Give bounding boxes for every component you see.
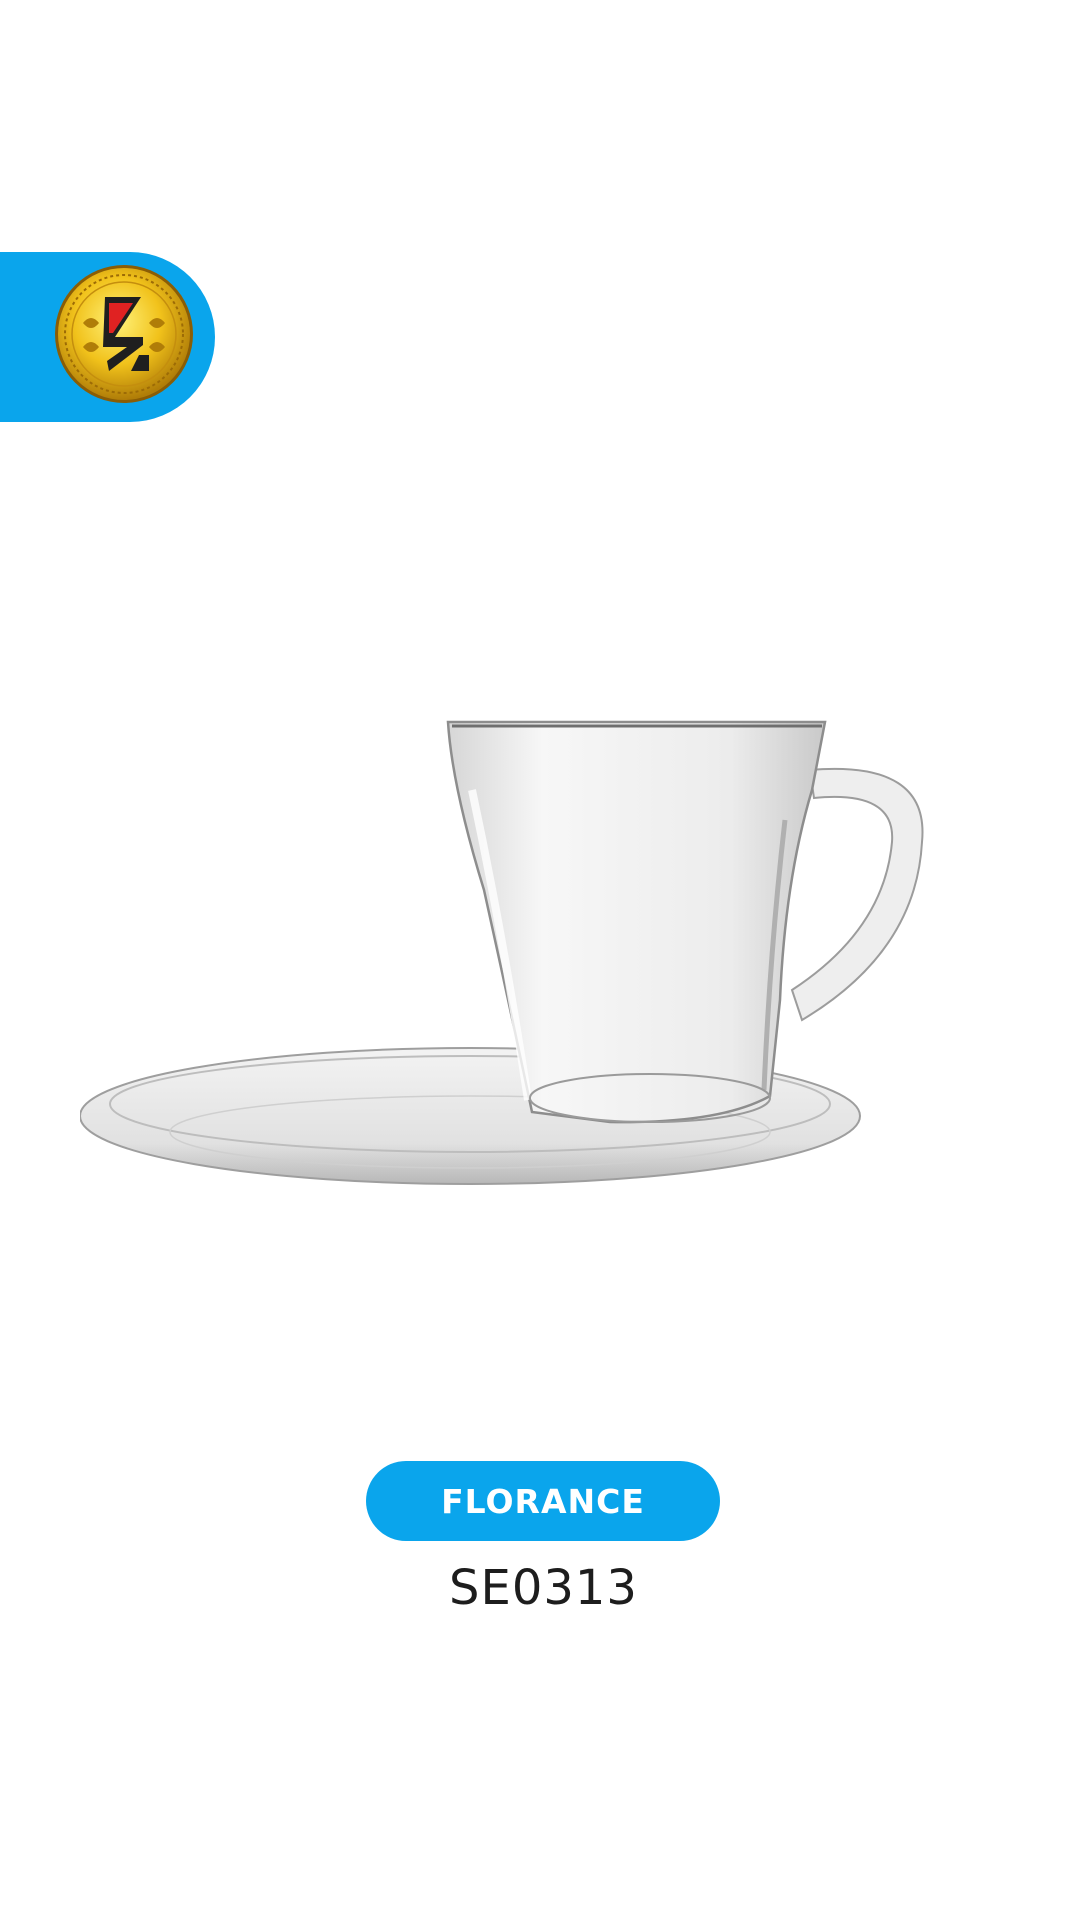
glass-cup-and-saucer-image	[80, 720, 924, 1185]
product-name: FLORANCE	[441, 1481, 645, 1521]
gold-brand-medallion-icon	[55, 265, 193, 403]
product-sku: SE0313	[449, 1560, 638, 1616]
product-name-badge: FLORANCE	[366, 1461, 720, 1541]
